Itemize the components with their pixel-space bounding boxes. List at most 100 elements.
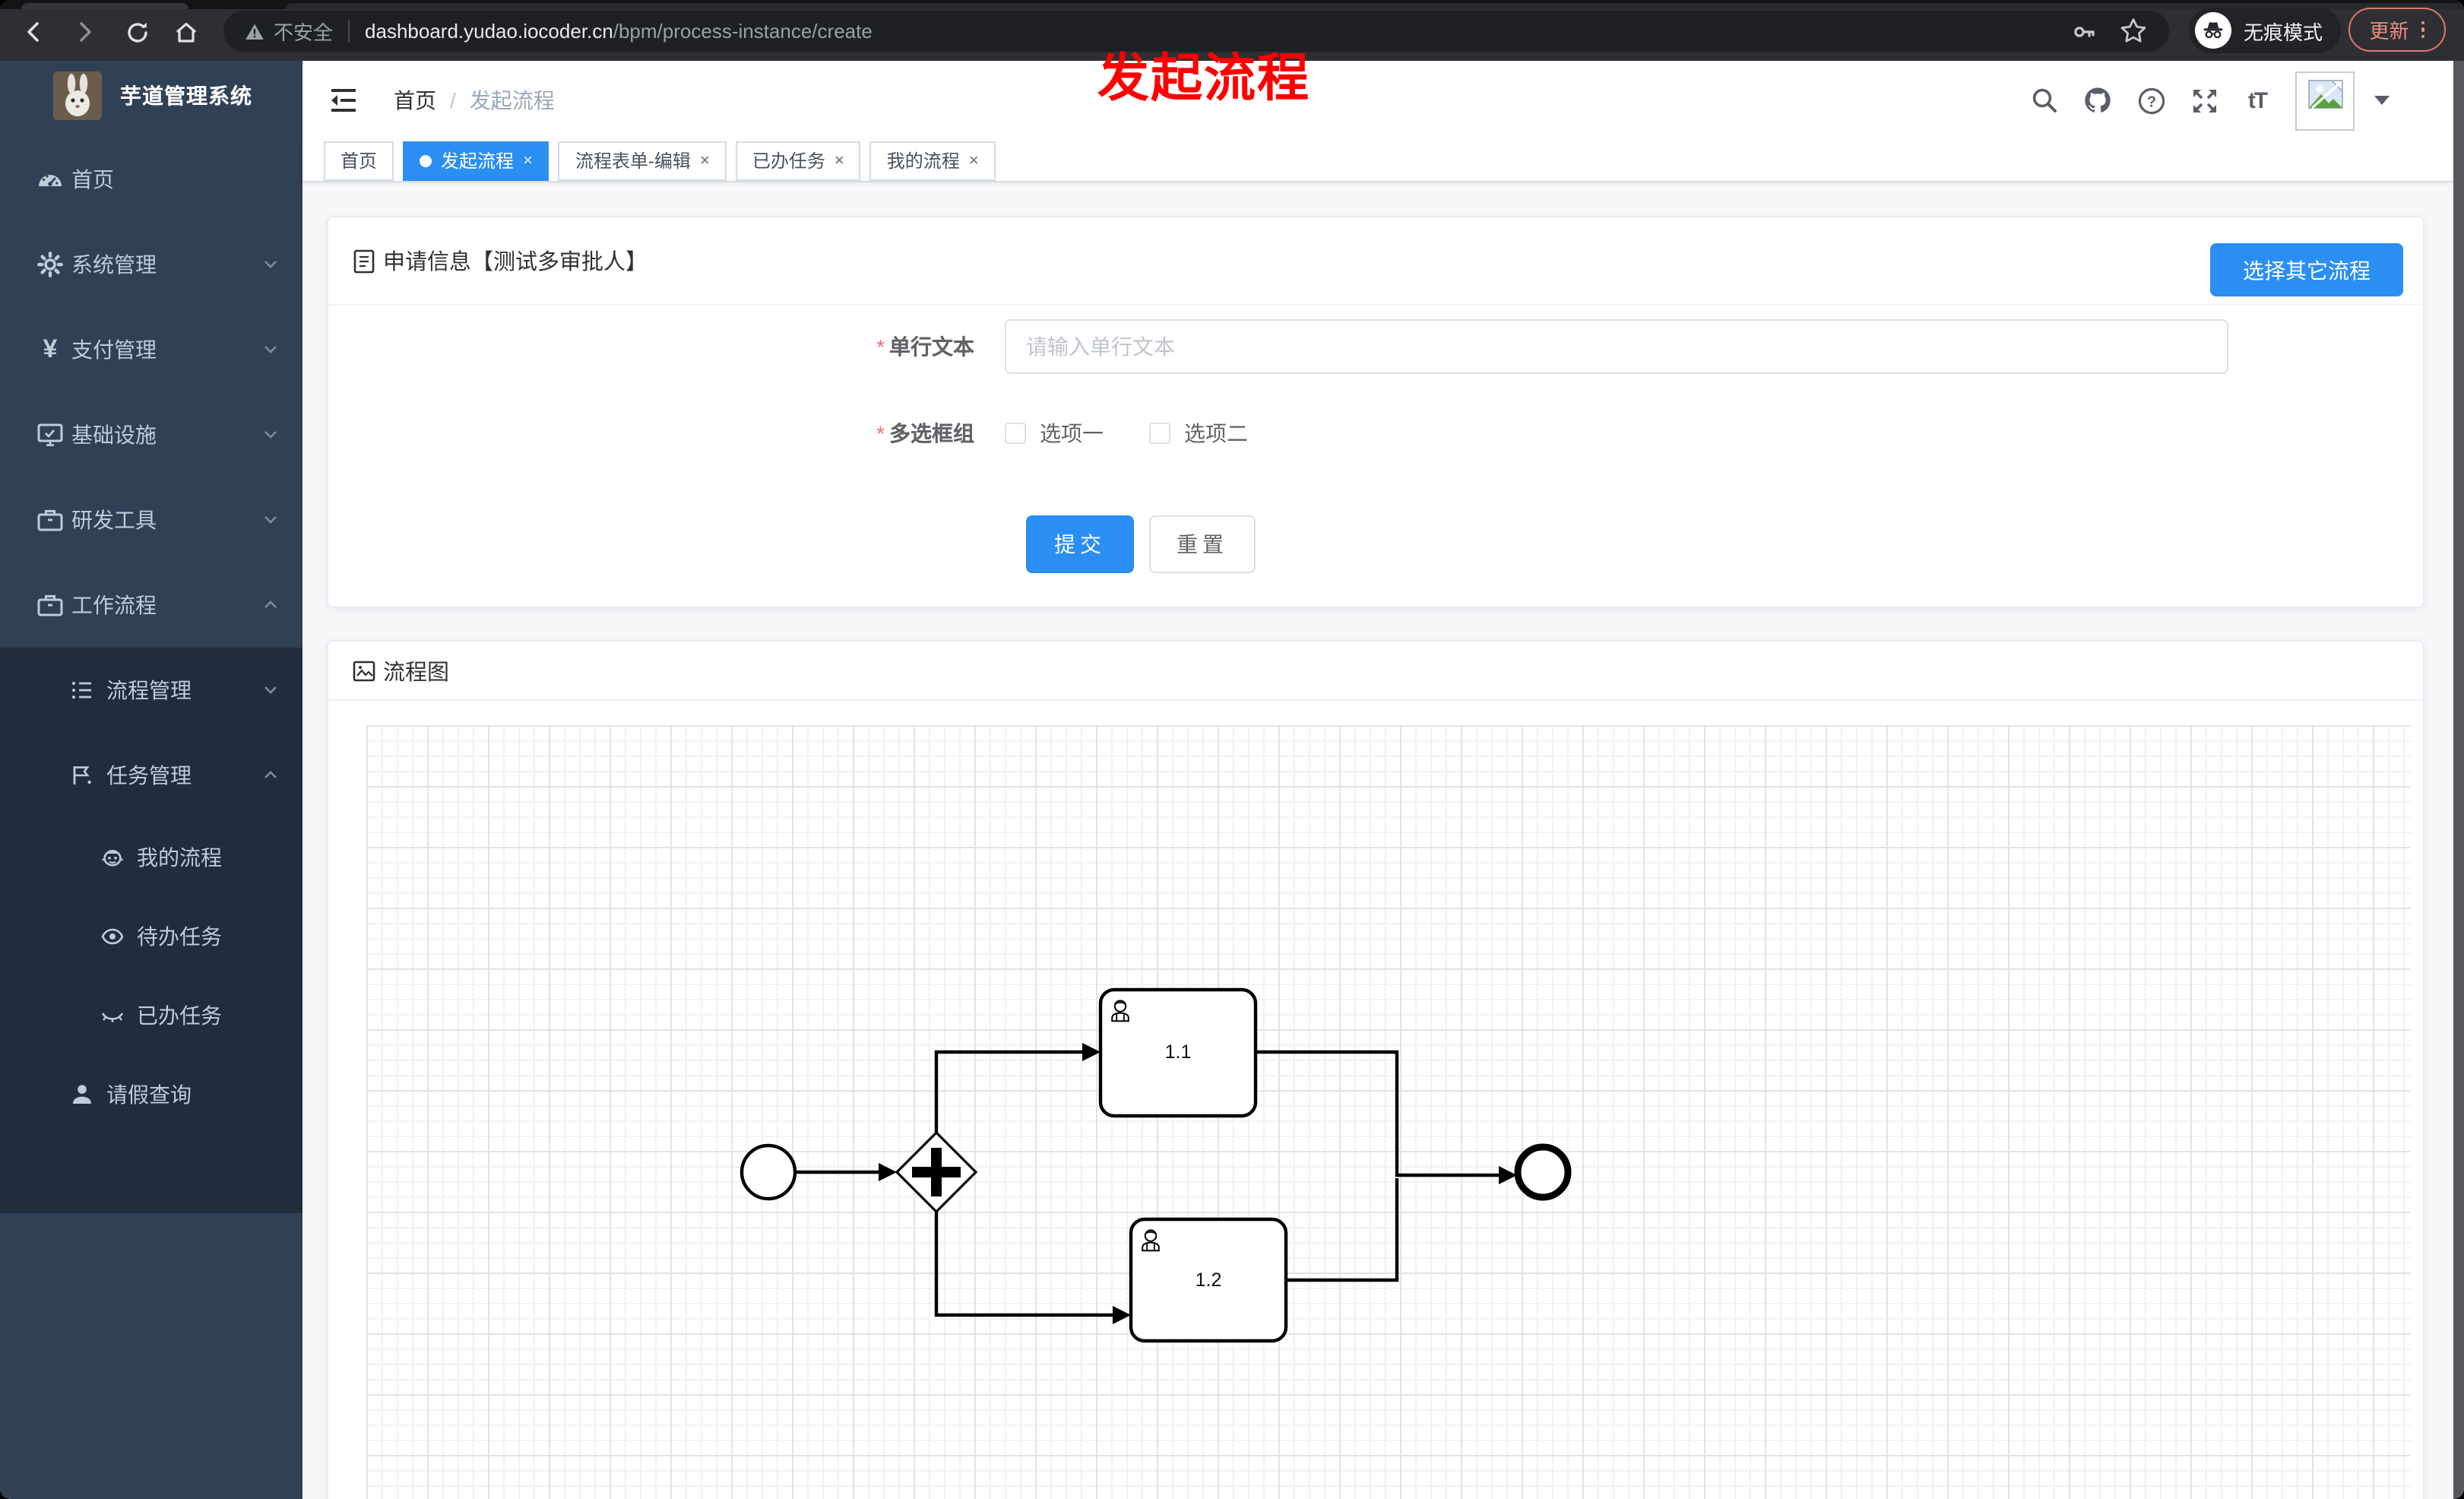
sidebar-item-devtools[interactable]: 研发工具 <box>0 477 302 563</box>
sidebar-menu: 首页 系统管理 ¥ 支付管理 基础设施 研发工具 工作流程 流程管理 任务管理 … <box>0 137 302 1213</box>
required-asterisk: * <box>876 421 885 445</box>
browser-menu-icon[interactable] <box>2421 21 2425 39</box>
form-item-checkbox: * 多选框组 选项一 选项二 <box>328 412 2423 455</box>
tab-start-process[interactable]: 发起流程 × <box>403 141 549 180</box>
font-size-icon[interactable]: tT <box>2242 85 2272 116</box>
chevron-up-icon <box>264 771 277 778</box>
sidebar-item-label: 待办任务 <box>137 924 222 949</box>
sidebar-item-home[interactable]: 首页 <box>0 137 302 222</box>
tab-label: 首页 <box>340 151 378 172</box>
app-header: 首页 / 发起流程 ? tT <box>302 61 2453 140</box>
update-label: 更新 <box>2369 20 2409 43</box>
app-title: 芋道管理系统 <box>120 84 252 108</box>
parallel-gateway[interactable] <box>895 1130 978 1214</box>
forward-button[interactable] <box>67 14 103 50</box>
task-label: 1.1 <box>1165 1041 1192 1063</box>
window-scrollbar-strip[interactable] <box>2453 61 2464 1499</box>
sidebar-item-payment[interactable]: ¥ 支付管理 <box>0 307 302 392</box>
bpmn-canvas[interactable]: 1.1 1.2 <box>328 701 2423 1499</box>
sidebar-item-label: 请假查询 <box>106 1082 192 1107</box>
end-event[interactable] <box>1514 1143 1572 1201</box>
sidebar-item-process-mgmt[interactable]: 流程管理 <box>0 648 302 733</box>
sidebar-item-todo-tasks[interactable]: 待办任务 <box>0 897 302 976</box>
sidebar-item-my-process[interactable]: 我的流程 <box>0 818 302 897</box>
close-icon[interactable]: × <box>835 151 844 170</box>
chevron-down-icon <box>264 516 277 524</box>
avatar[interactable] <box>2295 71 2355 130</box>
browser-tab-shape-2[interactable] <box>286 3 2464 9</box>
checkbox-box[interactable] <box>1149 423 1170 444</box>
start-event[interactable] <box>740 1143 797 1201</box>
breadcrumb: 首页 / 发起流程 <box>394 61 555 140</box>
password-key-icon[interactable] <box>2070 17 2098 45</box>
close-icon[interactable]: × <box>969 151 979 170</box>
back-button[interactable] <box>15 14 52 50</box>
form-item-text: * 单行文本 <box>328 319 2423 374</box>
tab-done-tasks[interactable]: 已办任务 × <box>735 141 861 180</box>
update-button[interactable]: 更新 <box>2348 8 2446 52</box>
sidebar-item-workflow[interactable]: 工作流程 <box>0 563 302 648</box>
required-asterisk: * <box>876 334 885 359</box>
briefcase-icon <box>36 506 64 534</box>
github-icon[interactable] <box>2082 85 2113 116</box>
tab-label: 发起流程 <box>441 151 515 172</box>
single-line-text-input[interactable] <box>1005 319 2228 374</box>
address-bar[interactable]: 不安全 dashboard.yudao.iocoder.cn/bpm/proce… <box>223 11 2169 52</box>
chevron-down-icon <box>264 261 277 268</box>
site-security[interactable]: 不安全 <box>245 17 333 46</box>
card-title: 流程图 <box>383 661 449 685</box>
checkbox-option-2[interactable]: 选项二 <box>1149 418 1248 448</box>
close-icon[interactable]: × <box>700 151 710 170</box>
tab-my-process[interactable]: 我的流程 × <box>869 141 996 180</box>
sidebar-item-system[interactable]: 系统管理 <box>0 222 302 307</box>
task-label: 1.2 <box>1196 1269 1222 1291</box>
tab-label: 已办任务 <box>752 151 825 172</box>
sidebar-item-label: 首页 <box>71 167 114 192</box>
user-task-1[interactable]: 1.1 <box>1098 987 1258 1118</box>
sidebar-item-label: 工作流程 <box>71 593 157 617</box>
search-icon[interactable] <box>2029 85 2060 116</box>
sidebar-item-leave-query[interactable]: 请假查询 <box>0 1055 302 1134</box>
close-icon[interactable]: × <box>523 151 533 170</box>
breadcrumb-home[interactable]: 首页 <box>394 85 436 116</box>
picture-icon <box>353 660 375 681</box>
sidebar-item-label: 已办任务 <box>137 1003 222 1028</box>
sidebar-item-label: 流程管理 <box>106 678 192 702</box>
dashboard-icon <box>36 166 64 193</box>
gear-icon <box>36 251 64 278</box>
tags-view: 首页 发起流程 × 流程表单-编辑 × 已办任务 × 我的流程 × <box>302 140 2453 182</box>
sidebar-item-label: 任务管理 <box>106 763 192 788</box>
checkbox-box[interactable] <box>1005 423 1026 444</box>
list-icon <box>70 678 94 702</box>
bookmark-star-icon[interactable] <box>2119 17 2148 46</box>
sidebar-item-label: 支付管理 <box>71 338 157 362</box>
help-icon[interactable]: ? <box>2136 85 2166 116</box>
sidebar-item-task-mgmt[interactable]: 任务管理 <box>0 733 302 818</box>
reset-button[interactable]: 重置 <box>1149 515 1256 573</box>
submit-button[interactable]: 提交 <box>1026 515 1134 573</box>
card-title: 申请信息【测试多审批人】 <box>383 251 648 275</box>
sidebar-item-infra[interactable]: 基础设施 <box>0 392 302 477</box>
hamburger-icon[interactable] <box>327 84 360 117</box>
tab-form-edit[interactable]: 流程表单-编辑 × <box>558 141 727 180</box>
checkbox-option-1[interactable]: 选项一 <box>1005 418 1104 448</box>
user-icon <box>70 1082 94 1107</box>
home-button[interactable] <box>167 14 204 50</box>
avatar-caret-icon[interactable] <box>2374 96 2390 105</box>
sidebar-item-label: 研发工具 <box>71 508 157 532</box>
reload-button[interactable] <box>119 14 155 50</box>
checkbox-label: 选项一 <box>1040 421 1104 445</box>
sidebar-item-done-tasks[interactable]: 已办任务 <box>0 976 302 1055</box>
fullscreen-icon[interactable] <box>2189 85 2219 116</box>
flag-icon <box>70 763 94 788</box>
sidebar-item-label: 系统管理 <box>71 252 157 277</box>
incognito-icon <box>2195 12 2231 49</box>
browser-tab-shape[interactable] <box>21 3 188 9</box>
logo-row[interactable]: 芋道管理系统 <box>0 61 302 131</box>
select-other-process-button[interactable]: 选择其它流程 <box>2210 243 2403 296</box>
user-task-2[interactable]: 1.2 <box>1129 1217 1288 1343</box>
tab-label: 我的流程 <box>886 151 960 172</box>
tab-home[interactable]: 首页 <box>324 141 394 180</box>
checkbox-label: 选项二 <box>1184 421 1248 445</box>
tab-label: 流程表单-编辑 <box>575 151 691 172</box>
